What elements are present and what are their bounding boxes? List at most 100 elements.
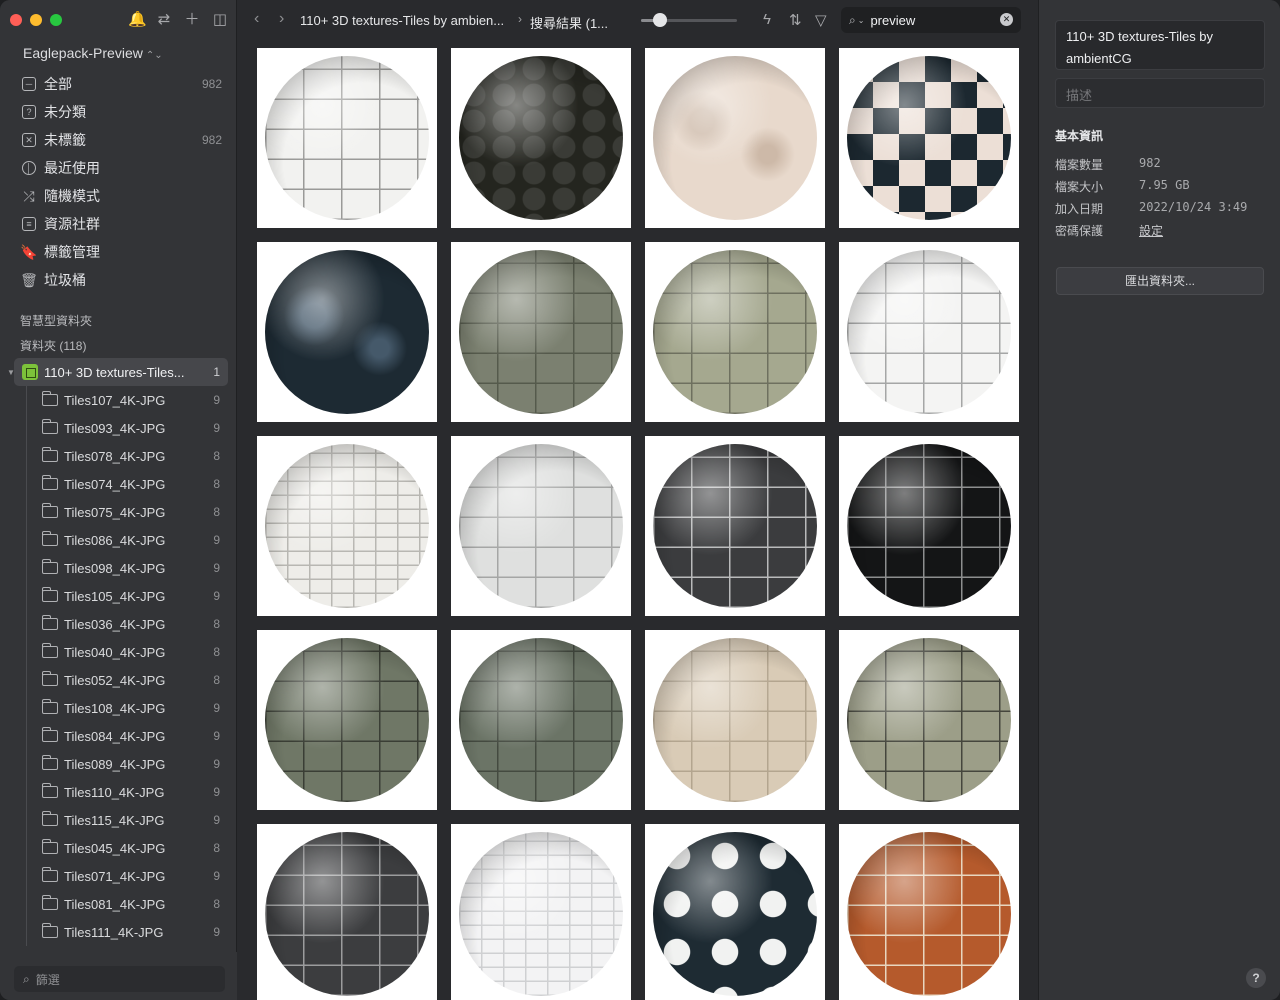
updown-chevron-icon: ⌃⌄: [145, 50, 163, 61]
minimize-window-button[interactable]: [30, 14, 42, 26]
thumbnail-item[interactable]: [839, 242, 1019, 422]
cube-icon: [22, 364, 38, 380]
texture-sphere-preview: [847, 250, 1011, 414]
filter-funnel-icon[interactable]: ▽: [815, 11, 827, 29]
breadcrumb-folder[interactable]: 110+ 3D textures-Tiles by ambien...: [300, 13, 504, 28]
disclosure-triangle-icon[interactable]: ▼: [7, 368, 15, 377]
thumbnail-item[interactable]: [839, 436, 1019, 616]
folder-icon: [42, 475, 58, 490]
close-window-button[interactable]: [10, 14, 22, 26]
library-switcher[interactable]: Eaglepack-Preview ⌃⌄: [23, 45, 163, 61]
tree-guide: [26, 554, 27, 582]
thumbnail-item[interactable]: [451, 436, 631, 616]
subfolder-item[interactable]: Tiles093_4K-JPG 9: [14, 414, 228, 442]
sidebar-toggle-icon[interactable]: ◫: [212, 11, 228, 29]
tree-guide: [26, 918, 27, 946]
plus-icon[interactable]: ＋: [184, 11, 200, 29]
thumbnail-item[interactable]: [645, 242, 825, 422]
chevron-down-icon[interactable]: ⌄: [858, 16, 865, 25]
thumbnail-item[interactable]: [257, 824, 437, 1000]
password-setting-link[interactable]: 設定: [1139, 222, 1163, 239]
thumbnail-item[interactable]: [257, 48, 437, 228]
subfolder-item[interactable]: Tiles074_4K-JPG 8: [14, 470, 228, 498]
subfolder-item[interactable]: Tiles040_4K-JPG 8: [14, 638, 228, 666]
nav-tag-manager[interactable]: 🔖 標籤管理: [14, 238, 228, 266]
thumbnail-item[interactable]: [451, 630, 631, 810]
thumbnail-item[interactable]: [645, 436, 825, 616]
thumbnail-item[interactable]: [839, 48, 1019, 228]
description-field[interactable]: 描述: [1055, 78, 1265, 108]
nav-community[interactable]: ≡ 資源社群: [14, 210, 228, 238]
nav-untagged[interactable]: ✕ 未標籤 982: [14, 126, 228, 154]
subfolder-item[interactable]: Tiles071_4K-JPG 9: [14, 862, 228, 890]
subfolder-item[interactable]: Tiles084_4K-JPG 9: [14, 722, 228, 750]
thumbnail-item[interactable]: [257, 630, 437, 810]
subfolder-item[interactable]: Tiles107_4K-JPG 9: [14, 386, 228, 414]
folder-title-field[interactable]: 110+ 3D textures-Tiles by ambientCG: [1055, 20, 1265, 70]
subfolder-item[interactable]: Tiles105_4K-JPG 9: [14, 582, 228, 610]
search-field[interactable]: ⌕ ⌄ ✕: [841, 7, 1021, 33]
texture-sphere-preview: [653, 638, 817, 802]
thumbnail-item[interactable]: [257, 436, 437, 616]
subfolder-item[interactable]: Tiles111_4K-JPG 9: [14, 918, 228, 946]
export-folder-button[interactable]: 匯出資料夾...: [1056, 267, 1264, 295]
breadcrumb-search-result[interactable]: 搜尋結果 (1...: [530, 13, 608, 32]
folder-icon: [42, 895, 58, 910]
folders-header[interactable]: 資料夾 (118): [20, 337, 86, 354]
nav-label: 未標籤: [44, 132, 86, 148]
nav-label: 垃圾桶: [44, 272, 86, 288]
nav-random[interactable]: ⤮ 隨機模式: [14, 182, 228, 210]
subfolder-item[interactable]: Tiles115_4K-JPG 9: [14, 806, 228, 834]
thumbnail-item[interactable]: [839, 824, 1019, 1000]
sort-icon[interactable]: ⇅: [789, 11, 802, 29]
thumbnail-item[interactable]: [645, 824, 825, 1000]
smart-folders-header[interactable]: 智慧型資料夾: [20, 312, 92, 329]
sidebar-nav: ─ 全部 982 ? 未分類 ✕ 未標籤 982 │ 最近使用 ⤮ 隨機模式 ≡…: [14, 70, 228, 294]
subfolder-item[interactable]: Tiles078_4K-JPG 8: [14, 442, 228, 470]
nav-uncategorized[interactable]: ? 未分類: [14, 98, 228, 126]
forward-arrow-icon[interactable]: ›: [279, 10, 284, 28]
subfolder-item[interactable]: Tiles110_4K-JPG 9: [14, 778, 228, 806]
texture-sphere-preview: [459, 444, 623, 608]
swap-icon[interactable]: ⇄: [156, 11, 172, 29]
subfolder-item[interactable]: Tiles108_4K-JPG 9: [14, 694, 228, 722]
tree-guide: [26, 498, 27, 526]
search-icon: ⌕: [23, 971, 30, 986]
search-input[interactable]: [870, 12, 991, 28]
thumbnail-item[interactable]: [645, 48, 825, 228]
folder-root-label: 110+ 3D textures-Tiles...: [44, 364, 185, 380]
folder-root-item[interactable]: ▼ 110+ 3D textures-Tiles... 1: [7, 358, 228, 386]
back-arrow-icon[interactable]: ‹: [254, 10, 259, 28]
filter-input[interactable]: ⌕ 篩選: [14, 966, 225, 992]
subfolder-item[interactable]: Tiles081_4K-JPG 8: [14, 890, 228, 918]
nav-all[interactable]: ─ 全部 982: [14, 70, 228, 98]
thumbnail-size-slider[interactable]: [641, 13, 737, 27]
nav-recent[interactable]: │ 最近使用: [14, 154, 228, 182]
bell-icon[interactable]: 🔔: [128, 11, 147, 29]
subfolder-count: 8: [213, 617, 220, 631]
subfolder-item[interactable]: Tiles036_4K-JPG 8: [14, 610, 228, 638]
thumbnail-item[interactable]: [839, 630, 1019, 810]
thumbnail-item[interactable]: [451, 824, 631, 1000]
subfolder-label: Tiles075_4K-JPG: [64, 504, 166, 520]
nav-count: 982: [201, 133, 222, 147]
slider-knob[interactable]: [653, 13, 668, 27]
thumbnail-item[interactable]: [257, 242, 437, 422]
main-toolbar: ‹ › 110+ 3D textures-Tiles by ambien... …: [237, 0, 1038, 40]
subfolder-item[interactable]: Tiles052_4K-JPG 8: [14, 666, 228, 694]
clear-search-icon[interactable]: ✕: [1000, 13, 1013, 26]
nav-trash[interactable]: 🗑 垃圾桶: [14, 266, 228, 294]
subfolder-item[interactable]: Tiles098_4K-JPG 9: [14, 554, 228, 582]
subfolder-item[interactable]: Tiles089_4K-JPG 9: [14, 750, 228, 778]
subfolder-item[interactable]: Tiles045_4K-JPG 8: [14, 834, 228, 862]
subfolder-item[interactable]: Tiles075_4K-JPG 8: [14, 498, 228, 526]
thumbnail-item[interactable]: [451, 242, 631, 422]
help-button[interactable]: ?: [1246, 968, 1266, 988]
thumbnail-item[interactable]: [645, 630, 825, 810]
subfolder-count: 8: [213, 897, 220, 911]
subfolder-item[interactable]: Tiles086_4K-JPG 9: [14, 526, 228, 554]
thumbnail-item[interactable]: [451, 48, 631, 228]
zoom-window-button[interactable]: [50, 14, 62, 26]
tree-guide: [26, 610, 27, 638]
lightning-icon[interactable]: ϟ: [763, 11, 771, 28]
